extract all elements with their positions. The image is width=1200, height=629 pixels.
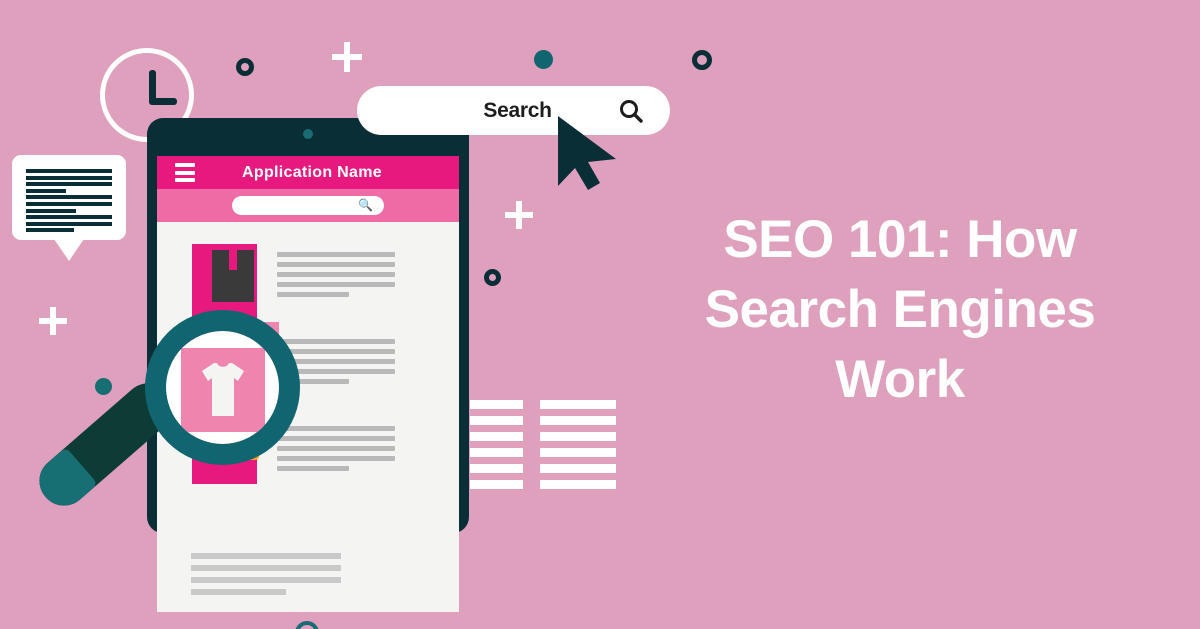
decor-bar <box>470 464 523 473</box>
decor-bar <box>470 432 523 441</box>
home-button-icon[interactable] <box>295 621 319 629</box>
plus-top <box>332 42 362 72</box>
list-item-text-line <box>277 282 395 287</box>
speech-bubble-text-line <box>26 202 112 206</box>
bar-block-left <box>470 400 523 496</box>
decor-bar <box>470 448 523 457</box>
plus-left <box>39 307 67 335</box>
list-item-text-line <box>277 262 395 267</box>
bar-block-right <box>540 400 616 496</box>
clock-hand-minute <box>149 98 177 105</box>
decor-bar <box>540 416 616 425</box>
mouse-pointer-icon <box>558 116 616 190</box>
ring-top-right <box>692 50 712 70</box>
list-item-text-line <box>277 339 395 344</box>
app-search-input[interactable]: 🔍 <box>232 196 384 215</box>
ring-mid-right <box>484 269 501 286</box>
dark-shirt-thumbnail[interactable] <box>212 250 254 302</box>
decor-bar <box>540 480 616 489</box>
list-item-text-line <box>277 436 395 441</box>
bottom-text-lines <box>191 553 341 601</box>
list-item[interactable] <box>277 426 395 476</box>
app-search-band: 🔍 <box>157 189 459 222</box>
list-item-text-line <box>277 252 395 257</box>
ring-top-left <box>236 58 254 76</box>
plus-right <box>505 201 533 229</box>
speech-bubble-text-line <box>26 175 112 180</box>
speech-bubble-text-line <box>26 188 66 193</box>
speech-bubble-text-line <box>26 221 112 226</box>
decor-bar <box>470 400 523 409</box>
speech-bubble-icon <box>12 155 126 240</box>
decor-bar <box>470 416 523 425</box>
speech-bubble-tail <box>54 239 84 261</box>
list-item-text-line <box>277 466 349 471</box>
page-title: SEO 101: How Search Engines Work <box>704 210 1096 409</box>
decor-bar <box>540 432 616 441</box>
dot-top-teal <box>534 50 553 69</box>
camera-dot-icon <box>303 129 313 139</box>
list-item-text-line <box>277 456 395 461</box>
decor-bar <box>540 448 616 457</box>
app-header-bar: Application Name <box>157 156 459 189</box>
list-item[interactable] <box>277 252 395 302</box>
speech-bubble-text-line <box>26 169 112 173</box>
shirt-collar-notch <box>229 250 237 270</box>
search-icon: 🔍 <box>358 198 373 212</box>
list-item-text-line <box>277 292 349 297</box>
speech-bubble-text-line <box>26 215 112 220</box>
magnifying-glass-icon <box>145 310 300 465</box>
hamburger-menu-icon[interactable] <box>175 163 195 182</box>
dot-left-teal <box>95 378 112 395</box>
speech-bubble-text-line <box>26 208 76 213</box>
bottom-text-line <box>191 589 286 595</box>
speech-bubble-text-line <box>26 228 74 233</box>
bottom-text-line <box>191 577 341 583</box>
bottom-text-line <box>191 553 341 559</box>
list-item-text-line <box>277 272 395 277</box>
list-item-text-line <box>277 446 395 451</box>
decor-bar <box>540 464 616 473</box>
magnifier-handle-tip <box>29 447 98 516</box>
speech-bubble-text-line <box>26 182 112 187</box>
list-item-text-line <box>277 349 395 354</box>
app-title: Application Name <box>242 163 382 181</box>
banner-canvas: Application Name 🔍 Search SEO 101: How S… <box>0 0 1200 629</box>
decor-bar <box>470 480 523 489</box>
decor-bar <box>540 400 616 409</box>
bottom-text-line <box>191 565 341 571</box>
speech-bubble-text-line <box>26 195 112 200</box>
list-item-text-line <box>277 426 395 431</box>
